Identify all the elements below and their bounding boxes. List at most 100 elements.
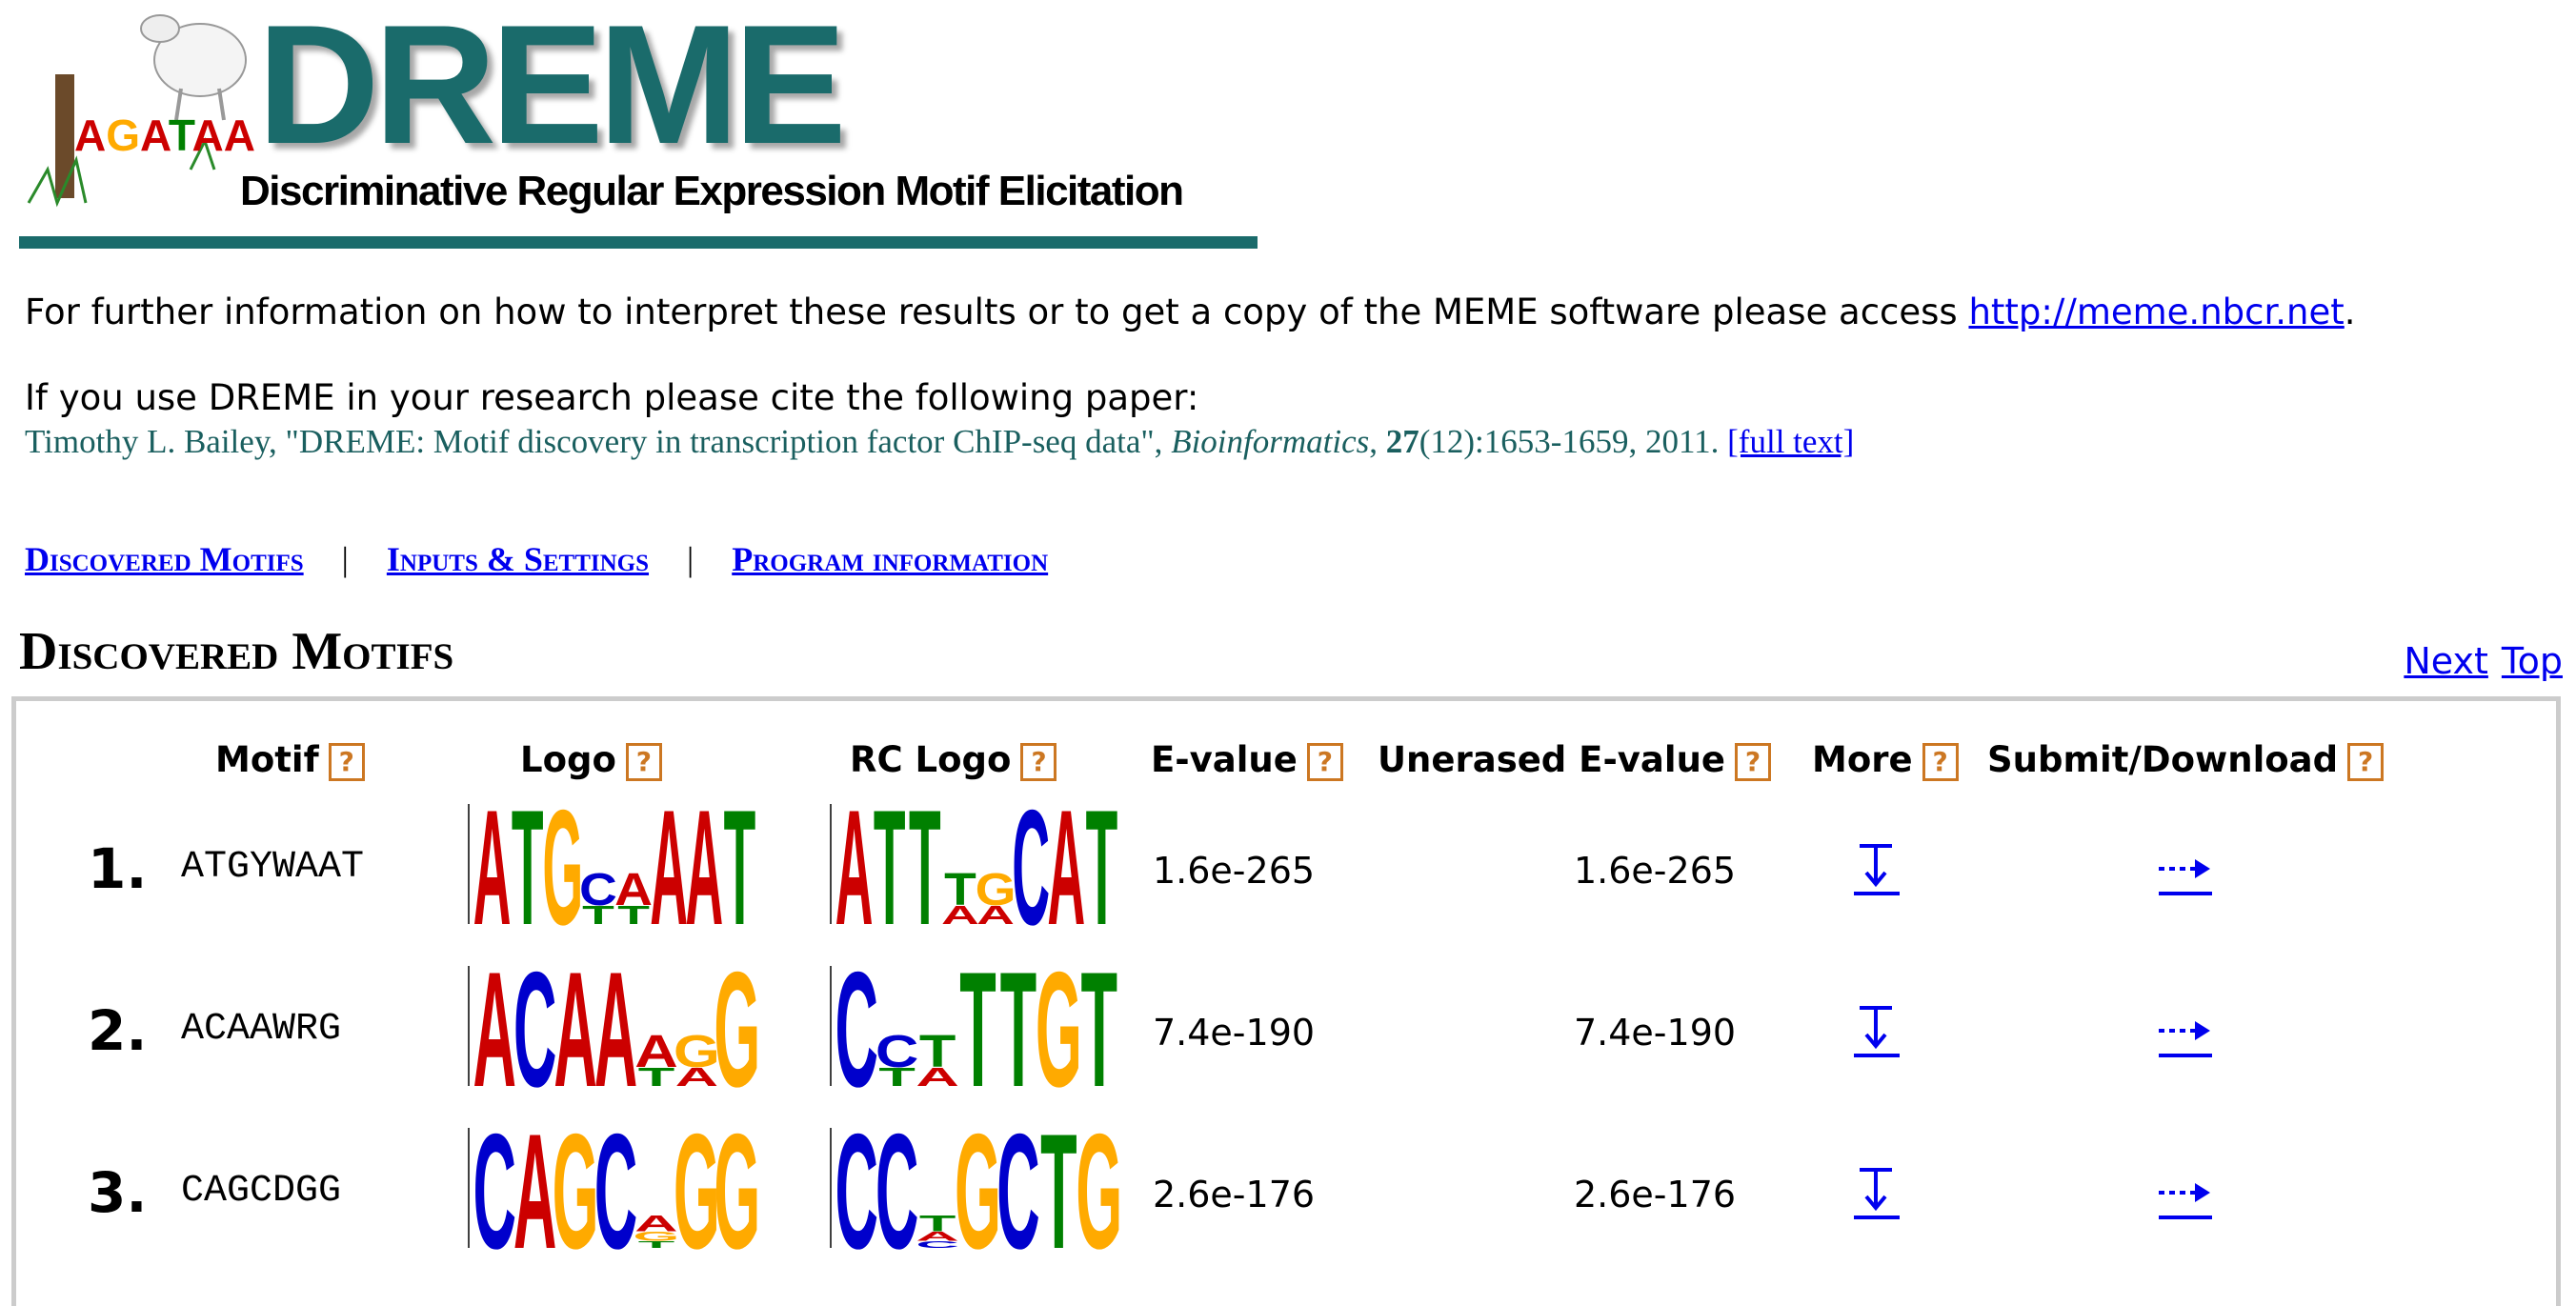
evalue: 1.6e-265 <box>1153 850 1316 892</box>
header-divider <box>19 236 1258 249</box>
rc-sequence-logo[interactable]: A T T ATAGCA T <box>810 776 1119 960</box>
logo-letter-A: A <box>473 939 515 1121</box>
section-heading: Discovered Motifs <box>19 622 454 681</box>
sequence-logo[interactable]: ACAA TAAGG <box>448 939 760 1121</box>
logo-letter-T: T <box>1040 1101 1077 1283</box>
info-period: . <box>2344 291 2356 332</box>
logo-letter-A: A <box>634 1025 677 1076</box>
sequence-logo[interactable]: CAGC TGAGG <box>448 1101 760 1283</box>
header-rc-logo-label: RC Logo <box>850 739 1012 780</box>
motif-number: 3. <box>88 1160 148 1225</box>
logo-letter-G: G <box>542 776 583 960</box>
sequence-logo[interactable]: A TGTCTAAA T <box>448 776 757 960</box>
logo-letter-G: G <box>714 1101 760 1283</box>
logo-letter-T: T <box>1086 776 1118 960</box>
unerased-evalue: 1.6e-265 <box>1574 850 1737 892</box>
logo-letter: A <box>224 111 255 160</box>
nav-program-information[interactable]: Program information <box>732 540 1048 578</box>
help-icon[interactable]: ? <box>1922 742 1959 781</box>
submit-download-icon[interactable] <box>2155 840 2216 897</box>
logo-letter-G: G <box>955 1101 1001 1283</box>
citation-intro: If you use DREME in your research please… <box>25 377 1199 418</box>
top-link[interactable]: Top <box>2502 640 2563 682</box>
logo-letter-A: A <box>594 939 637 1121</box>
nav-discovered-motifs[interactable]: Discovered Motifs <box>25 540 304 578</box>
help-icon[interactable]: ? <box>625 742 662 781</box>
logo-letter-C: C <box>513 939 556 1121</box>
nav-separator: | <box>341 540 349 578</box>
more-details-icon[interactable] <box>1850 840 1911 897</box>
logo-letter-C: C <box>1012 776 1050 960</box>
logo-letter-A: A <box>835 776 874 960</box>
motif-consensus: ACAAWRG <box>181 1008 342 1051</box>
section-links: Next Top <box>2390 640 2563 682</box>
motif-number: 1. <box>88 836 148 901</box>
more-details-icon[interactable] <box>1850 1164 1911 1221</box>
help-icon[interactable]: ? <box>2347 742 2385 781</box>
logo-letter: G <box>106 111 140 160</box>
rc-sequence-logo[interactable]: CCCATGC TG <box>810 1101 1122 1283</box>
help-icon[interactable]: ? <box>1020 742 1057 781</box>
logo-letter-A: A <box>650 776 688 960</box>
submit-download-icon[interactable] <box>2155 1002 2216 1059</box>
next-link[interactable]: Next <box>2404 640 2488 682</box>
page-subtitle: Discriminative Regular Expression Motif … <box>240 168 1184 214</box>
logo-letter-A: A <box>513 1101 556 1283</box>
logo-letter-A: A <box>685 776 723 960</box>
header-unerased-label: Unerased E-value <box>1378 739 1726 780</box>
help-icon[interactable]: ? <box>1735 742 1772 781</box>
submit-download-icon[interactable] <box>2155 1164 2216 1221</box>
logo-letter-T: T <box>944 863 976 914</box>
citation-authors-title: Timothy L. Bailey, "DREME: Motif discove… <box>25 423 1172 460</box>
logo-letter-G: G <box>1076 1101 1122 1283</box>
logo-letter-G: G <box>553 1101 599 1283</box>
logo-letter-C: C <box>594 1101 637 1283</box>
motif-consensus: CAGCDGG <box>181 1170 342 1213</box>
help-icon[interactable]: ? <box>328 742 365 781</box>
logo-letter-A: A <box>634 1211 678 1236</box>
logo-letter-T: T <box>874 776 906 960</box>
logo-letters: AGATAA <box>74 111 255 160</box>
logo-letter: A <box>140 111 171 160</box>
logo-letter-C: C <box>835 939 877 1121</box>
meme-website-link[interactable]: http://meme.nbcr.net <box>1968 291 2344 332</box>
motif-number: 2. <box>88 998 148 1063</box>
header-logo-label: Logo <box>520 739 616 780</box>
logo-letter-C: C <box>835 1101 877 1283</box>
evalue: 7.4e-190 <box>1153 1012 1316 1054</box>
more-details-icon[interactable] <box>1850 1002 1911 1059</box>
fulltext-link[interactable]: [full text] <box>1727 423 1854 460</box>
rc-sequence-logo[interactable]: C TCAT T TGT <box>810 939 1119 1121</box>
logo-letter-T: T <box>909 776 941 960</box>
citation-journal: Bioinformatics <box>1171 423 1370 460</box>
evalue: 2.6e-176 <box>1153 1174 1316 1216</box>
logo-letter-T: T <box>959 939 996 1121</box>
citation: Timothy L. Bailey, "DREME: Motif discove… <box>25 423 1855 460</box>
logo-letter: A <box>192 111 224 160</box>
header-submit-label: Submit/Download <box>1987 739 2339 780</box>
logo-letter-C: C <box>875 1101 918 1283</box>
logo-letter-G: G <box>976 863 1016 914</box>
header-motif-label: Motif <box>215 739 319 780</box>
header-logo: Logo? <box>520 739 662 781</box>
logo-letter-A: A <box>553 939 596 1121</box>
logo-letter-T: T <box>919 1025 956 1076</box>
logo-letter-C: C <box>579 863 617 914</box>
logo-letter-A: A <box>473 776 512 960</box>
page-header: AGATAA DREME Discriminative Regular Expr… <box>19 0 1267 253</box>
nav-inputs-settings[interactable]: Inputs & Settings <box>387 540 649 578</box>
logo-letter-C: C <box>473 1101 515 1283</box>
logo-letter-T: T <box>512 776 544 960</box>
help-icon[interactable]: ? <box>1306 742 1343 781</box>
logo-letter-A: A <box>1047 776 1085 960</box>
citation-volume: 27 <box>1385 423 1419 460</box>
page-title: DREME <box>257 0 847 179</box>
motif-consensus: ATGYWAAT <box>181 846 365 889</box>
unerased-evalue: 7.4e-190 <box>1574 1012 1737 1054</box>
logo-letter-C: C <box>996 1101 1039 1283</box>
logo-letter-T: T <box>1000 939 1036 1121</box>
logo-letter-T: T <box>1081 939 1117 1121</box>
logo-letter-A: A <box>614 863 653 914</box>
logo-letter-G: G <box>1036 939 1082 1121</box>
logo-letter-G: G <box>714 939 760 1121</box>
